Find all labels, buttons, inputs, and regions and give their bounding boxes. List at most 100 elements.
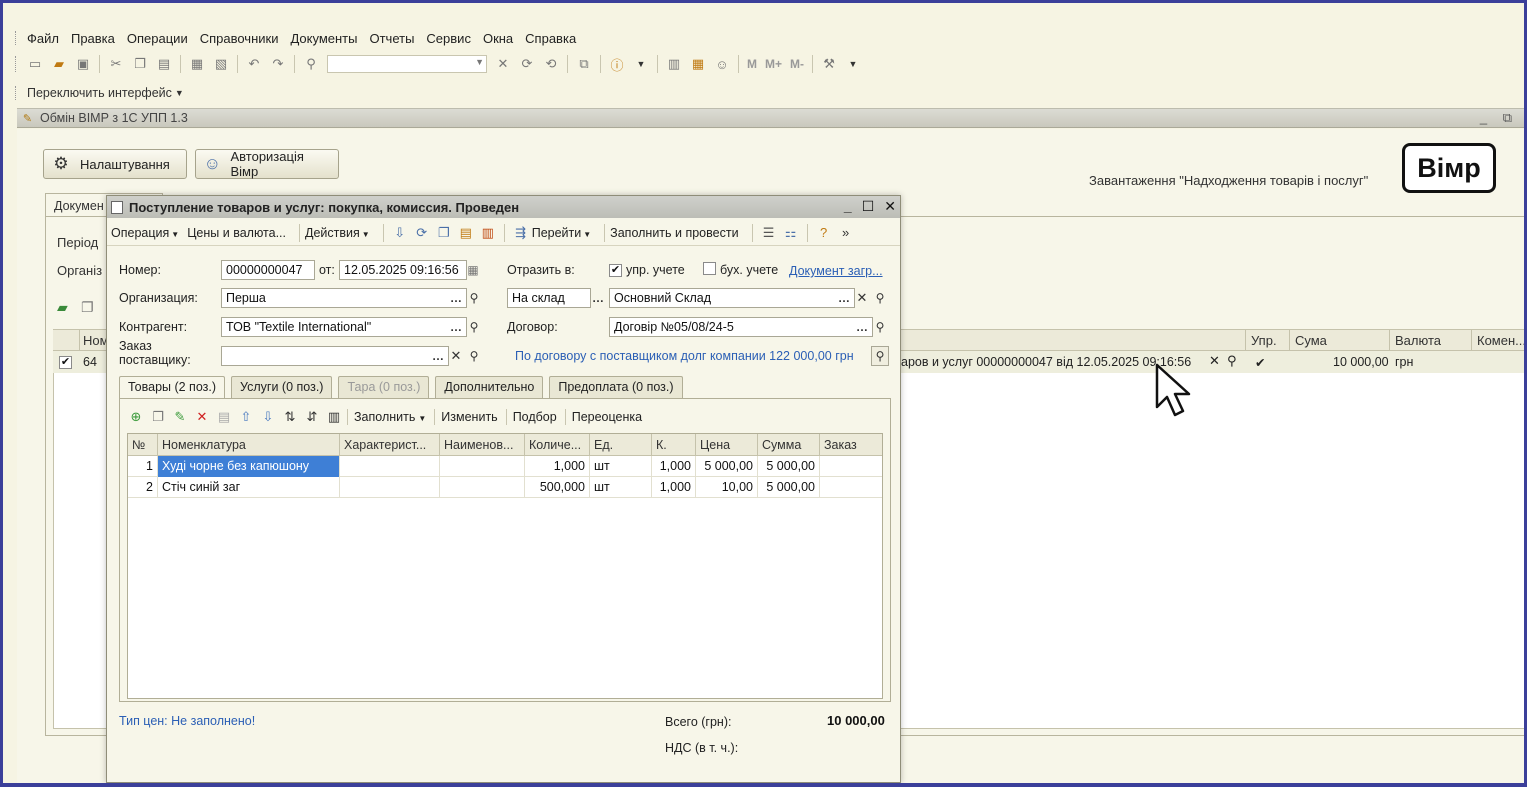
post-icon[interactable]: ▤ — [457, 224, 475, 242]
col-nomenclature[interactable]: Номенклатура — [158, 434, 340, 456]
cell-characteristic[interactable] — [340, 477, 440, 498]
select-button[interactable]: … — [589, 288, 607, 308]
search-icon[interactable]: ⚲ — [465, 317, 483, 337]
info-icon[interactable]: ⓘ — [608, 55, 626, 73]
number-field[interactable]: 00000000047 — [221, 260, 315, 280]
price-type-link[interactable]: Тип цен: Не заполнено! — [119, 714, 255, 728]
upr-checkbox[interactable]: ✔ — [609, 262, 622, 277]
print-icon[interactable]: ▦ — [188, 55, 206, 73]
col-order[interactable]: Заказ — [820, 434, 882, 456]
buh-checkbox[interactable] — [703, 262, 716, 278]
tab-prepayment[interactable]: Предоплата (0 поз.) — [549, 376, 683, 398]
auth-button[interactable]: ☺ Авторизація Вімр — [195, 149, 339, 179]
save-icon[interactable]: ⇩ — [391, 224, 409, 242]
window-controls[interactable]: _ ⧉ — [1480, 110, 1518, 126]
redo-icon[interactable]: ↷ — [269, 55, 287, 73]
stock-field[interactable]: Основний Склад — [609, 288, 855, 308]
search-icon[interactable]: ⚲ — [465, 346, 483, 366]
new-doc-icon[interactable]: ▭ — [26, 55, 44, 73]
cell-order[interactable] — [820, 477, 882, 498]
move-up-icon[interactable]: ⇧ — [237, 408, 255, 426]
col-name[interactable]: Наименов... — [440, 434, 525, 456]
actions-menu[interactable]: Действия ▼ — [305, 226, 370, 240]
prices-button[interactable]: Цены и валюта... — [187, 226, 286, 240]
change-button[interactable]: Изменить — [441, 410, 497, 424]
select-button[interactable]: … — [447, 317, 465, 337]
menu-edit[interactable]: Правка — [71, 31, 115, 46]
clear-icon[interactable]: ✕ — [853, 288, 871, 308]
row-checkbox[interactable]: ✔ — [59, 354, 72, 369]
list-icon[interactable]: ☰ — [760, 224, 778, 242]
search-icon[interactable]: ⚲ — [871, 317, 889, 337]
tools-icon[interactable]: ⚒ — [820, 55, 838, 73]
edit-icon[interactable]: ✎ — [171, 408, 189, 426]
supplier-order-field[interactable] — [221, 346, 449, 366]
more-icon[interactable]: » — [837, 224, 855, 242]
copy-icon[interactable]: ❐ — [435, 224, 453, 242]
to-stock-field[interactable]: На склад — [507, 288, 591, 308]
table-row[interactable]: 2 Стіч синій заг 500,000 шт 1,000 10,00 … — [128, 477, 882, 498]
help-icon[interactable]: ? — [815, 224, 833, 242]
tab-tare[interactable]: Тара (0 поз.) — [338, 376, 430, 398]
col-num-header[interactable]: Ном — [83, 333, 109, 348]
print-preview-icon[interactable]: ▧ — [212, 55, 230, 73]
save-icon[interactable]: ▣ — [74, 55, 92, 73]
col-coef[interactable]: К. — [652, 434, 696, 456]
memory-minus-button[interactable]: M- — [790, 55, 804, 73]
date-field[interactable]: 12.05.2025 09:16:56 — [339, 260, 467, 280]
menu-service[interactable]: Сервис — [426, 31, 471, 46]
minimize-icon[interactable]: _ — [844, 198, 852, 215]
select-button[interactable]: … — [429, 346, 447, 366]
search-icon[interactable]: ⚲ — [1227, 353, 1237, 369]
document-load-link[interactable]: Документ загр... — [789, 264, 883, 278]
cell-characteristic[interactable] — [340, 456, 440, 477]
interface-switch-label[interactable]: Переключить интерфейс — [27, 86, 172, 100]
table-row[interactable]: 1 Худі чорне без капюшону 1,000 шт 1,000… — [128, 456, 882, 477]
search-input[interactable]: ▼ — [327, 55, 487, 73]
col-price[interactable]: Цена — [696, 434, 758, 456]
col-currency-header[interactable]: Валюта — [1395, 333, 1441, 348]
cell-unit[interactable]: шт — [590, 477, 652, 498]
copy-icon[interactable]: ❐ — [149, 408, 167, 426]
tab-additional[interactable]: Дополнительно — [435, 376, 544, 398]
search-icon[interactable]: ⚲ — [871, 346, 889, 366]
close-icon[interactable]: ✕ — [884, 198, 896, 215]
select-button[interactable]: … — [447, 288, 465, 308]
organization-field[interactable]: Перша — [221, 288, 467, 308]
paste-icon[interactable]: ▤ — [155, 55, 173, 73]
chevron-down-icon[interactable]: ▼ — [175, 88, 184, 98]
add-icon[interactable]: ⊕ — [127, 408, 145, 426]
chevron-down-icon[interactable]: ▼ — [475, 57, 484, 67]
col-upr-header[interactable]: Упр. — [1251, 333, 1277, 348]
refresh-icon[interactable]: ▰ — [57, 299, 75, 317]
search-icon[interactable]: ⚲ — [871, 288, 889, 308]
menu-file[interactable]: Файл — [27, 31, 59, 46]
calendar-icon[interactable]: ▦ — [689, 55, 707, 73]
clear-icon[interactable]: ✕ — [447, 346, 465, 366]
settings-button[interactable]: ⚙ Налаштування — [43, 149, 187, 179]
settings-icon[interactable]: ⚏ — [782, 224, 800, 242]
clear-icon[interactable]: ✕ — [1209, 353, 1220, 369]
refresh-icon[interactable]: ⟳ — [413, 224, 431, 242]
end-edit-icon[interactable]: ▤ — [215, 408, 233, 426]
cell-name[interactable] — [440, 456, 525, 477]
search-prev-icon[interactable]: ⟲ — [542, 55, 560, 73]
windows-icon[interactable]: ⧉ — [575, 55, 593, 73]
cell-quantity[interactable]: 1,000 — [525, 456, 590, 477]
col-sum-header[interactable]: Сума — [1295, 333, 1327, 348]
col-sum[interactable]: Сумма — [758, 434, 820, 456]
col-unit[interactable]: Ед. — [590, 434, 652, 456]
cell-nomenclature[interactable]: Стіч синій заг — [158, 477, 340, 498]
cell-sum[interactable]: 5 000,00 — [758, 456, 820, 477]
search-icon[interactable]: ⚲ — [465, 288, 483, 308]
operation-menu[interactable]: Операция ▼ — [111, 226, 179, 240]
fill-post-button[interactable]: Заполнить и провести — [610, 226, 738, 240]
col-comment-header[interactable]: Комен... — [1477, 333, 1524, 348]
debt-info-link[interactable]: По договору с поставщиком долг компании … — [515, 349, 854, 363]
memory-plus-button[interactable]: M+ — [765, 55, 782, 73]
tab-goods[interactable]: Товары (2 поз.) — [119, 376, 226, 399]
cell-price[interactable]: 10,00 — [696, 477, 758, 498]
col-characteristic[interactable]: Характерист... — [340, 434, 440, 456]
chevron-down-icon[interactable]: ▼ — [632, 55, 650, 73]
menu-documents[interactable]: Документы — [290, 31, 357, 46]
